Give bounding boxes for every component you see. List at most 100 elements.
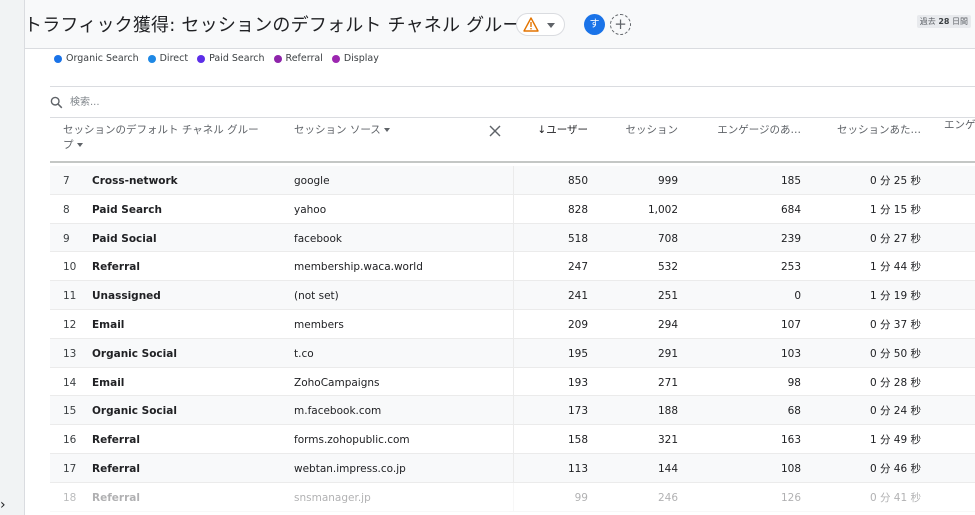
channel-group-cell: Email xyxy=(92,318,125,331)
chart-legend: Organic Search Direct Paid Search Referral D… xyxy=(54,53,379,64)
avg-session-time-cell: 0 分 25 秒 xyxy=(869,175,921,187)
channel-group-cell: Referral xyxy=(92,261,140,274)
engaged-sessions-cell: 185 xyxy=(780,175,801,187)
column-header-session-source[interactable]: セッション ソース xyxy=(294,123,390,138)
session-source-cell: google xyxy=(294,175,330,187)
report-panel: Organic Search Direct Paid Search Referral D… xyxy=(25,49,975,515)
session-source-cell: members xyxy=(294,318,344,331)
column-divider xyxy=(513,425,514,453)
table-row[interactable]: 12 Email members 209 294 107 0 分 37 秒 xyxy=(50,309,975,339)
legend-label: Referral xyxy=(285,53,323,64)
sessions-cell: 1,002 xyxy=(647,203,678,216)
table-row[interactable]: 7 Cross-network google 850 999 185 0 分 25 秒 xyxy=(50,166,975,195)
column-header-label: セッションのデフォルト チャネル グループ xyxy=(63,124,259,151)
date-range-suffix: 日間 xyxy=(952,17,968,26)
column-divider xyxy=(513,223,514,252)
avatar[interactable]: す xyxy=(584,14,605,35)
users-cell: 193 xyxy=(567,376,588,389)
avg-session-time-cell: 0 分 46 秒 xyxy=(869,462,921,475)
column-divider xyxy=(513,309,514,338)
legend-item[interactable]: Paid Search xyxy=(197,53,265,64)
sessions-cell: 999 xyxy=(657,175,678,187)
legend-item[interactable]: Organic Search xyxy=(54,53,139,64)
dropdown-caret-icon xyxy=(76,143,83,147)
column-divider xyxy=(513,166,514,194)
avg-session-time-cell: 0 分 50 秒 xyxy=(869,347,921,360)
channel-group-cell: Organic Social xyxy=(92,405,177,418)
date-range-label[interactable]: 過去 28 日間 xyxy=(916,15,971,28)
session-source-cell: t.co xyxy=(294,347,314,360)
session-source-cell: forms.zohopublic.com xyxy=(294,434,410,447)
chevron-down-icon xyxy=(547,23,555,28)
legend-label: Display xyxy=(343,53,379,64)
row-index: 16 xyxy=(63,434,77,447)
table-row[interactable]: 11 Unassigned (not set) 241 251 0 1 分 19 秒 xyxy=(50,281,975,310)
legend-item[interactable]: Display xyxy=(331,53,379,64)
sessions-cell: 271 xyxy=(657,376,678,389)
column-header-sessions[interactable]: セッション xyxy=(610,123,679,138)
column-header-label: セッション ソース xyxy=(294,124,381,136)
table-row[interactable]: 13 Organic Social t.co 195 291 103 0 分 50 秒 xyxy=(50,338,975,368)
remove-dimension-close-icon[interactable] xyxy=(488,124,502,138)
session-source-cell: m.facebook.com xyxy=(294,405,382,418)
legend-swatch xyxy=(147,54,156,63)
row-index: 7 xyxy=(63,175,70,187)
users-cell: 828 xyxy=(567,203,588,216)
column-divider xyxy=(513,396,514,425)
avg-session-time-cell: 1 分 19 秒 xyxy=(869,290,921,303)
engaged-sessions-cell: 163 xyxy=(780,434,801,447)
left-rail xyxy=(0,0,25,515)
add-comparison-button[interactable]: + xyxy=(610,14,631,35)
column-divider xyxy=(513,194,514,223)
engaged-sessions-cell: 103 xyxy=(780,347,801,360)
avg-session-time-cell: 0 分 24 秒 xyxy=(869,405,921,418)
users-cell: 247 xyxy=(567,261,588,274)
column-header-engaged-sessions[interactable]: エンゲージのあ… xyxy=(705,123,801,138)
users-cell: 518 xyxy=(567,232,588,245)
row-index: 17 xyxy=(63,462,77,475)
engaged-sessions-cell: 98 xyxy=(787,376,801,389)
users-cell: 173 xyxy=(567,405,588,418)
legend-swatch xyxy=(273,54,282,63)
engaged-sessions-cell: 239 xyxy=(780,232,801,245)
column-divider xyxy=(513,252,514,281)
table-row[interactable]: 15 Organic Social m.facebook.com 173 188 68 0 … xyxy=(50,396,975,426)
legend-label: Direct xyxy=(159,53,189,64)
table-row[interactable]: 8 Paid Search yahoo 828 1,002 684 1 分 15 秒 xyxy=(50,194,975,224)
search-input[interactable] xyxy=(70,94,470,110)
session-source-cell: membership.waca.world xyxy=(294,261,423,274)
sessions-cell: 532 xyxy=(657,261,678,274)
warning-dropdown[interactable] xyxy=(516,13,565,36)
table-row[interactable]: 18 Referral snsmanager.jp 99 246 126 0 分 41 秒 xyxy=(50,482,975,512)
avg-session-time-cell: 1 分 44 秒 xyxy=(869,261,921,274)
column-header-avg-session-time[interactable]: セッションあた… xyxy=(828,123,921,138)
legend-item[interactable]: Direct xyxy=(147,53,189,64)
table-row[interactable]: 17 Referral webtan.impress.co.jp 113 144 108 0… xyxy=(50,453,975,483)
avg-session-time-cell: 0 分 28 秒 xyxy=(869,376,921,389)
column-header-users[interactable]: ↓ユーザー xyxy=(528,123,588,138)
channel-group-cell: Paid Search xyxy=(92,203,162,216)
expand-rail-icon[interactable]: › xyxy=(0,498,6,512)
table-row[interactable]: 16 Referral forms.zohopublic.com 158 321 163 1… xyxy=(50,425,975,454)
warning-icon xyxy=(523,17,539,32)
legend-item[interactable]: Referral xyxy=(273,53,323,64)
legend-swatch xyxy=(54,54,62,63)
users-cell: 158 xyxy=(567,434,588,447)
date-range-days: 28 xyxy=(938,17,950,26)
channel-group-cell: Email xyxy=(92,376,125,389)
row-index: 8 xyxy=(63,203,70,216)
row-index: 14 xyxy=(63,376,77,389)
column-header-engagement-rate[interactable]: エンゲ ユー xyxy=(944,118,975,133)
users-cell: 241 xyxy=(567,290,588,303)
table-header: セッションのデフォルト チャネル グループ セッション ソース ↓ユーザー セッ… xyxy=(50,117,975,163)
page-title: トラフィック獲得: セッションのデフォルト チャネル グループ xyxy=(24,15,538,36)
table-row[interactable]: 9 Paid Social facebook 518 708 239 0 分 27 秒 xyxy=(50,223,975,253)
divider xyxy=(50,86,975,87)
column-divider xyxy=(513,281,514,309)
engaged-sessions-cell: 0 xyxy=(794,290,801,303)
table-row[interactable]: 14 Email ZohoCampaigns 193 271 98 0 分 28 秒 xyxy=(50,367,975,397)
column-header-channel-group[interactable]: セッションのデフォルト チャネル グループ xyxy=(63,123,263,153)
search-icon xyxy=(50,96,63,109)
table-row[interactable]: 10 Referral membership.waca.world 247 532 253… xyxy=(50,252,975,282)
report-header: トラフィック獲得: セッションのデフォルト チャネル グループ す + 過去 2… xyxy=(0,0,975,49)
